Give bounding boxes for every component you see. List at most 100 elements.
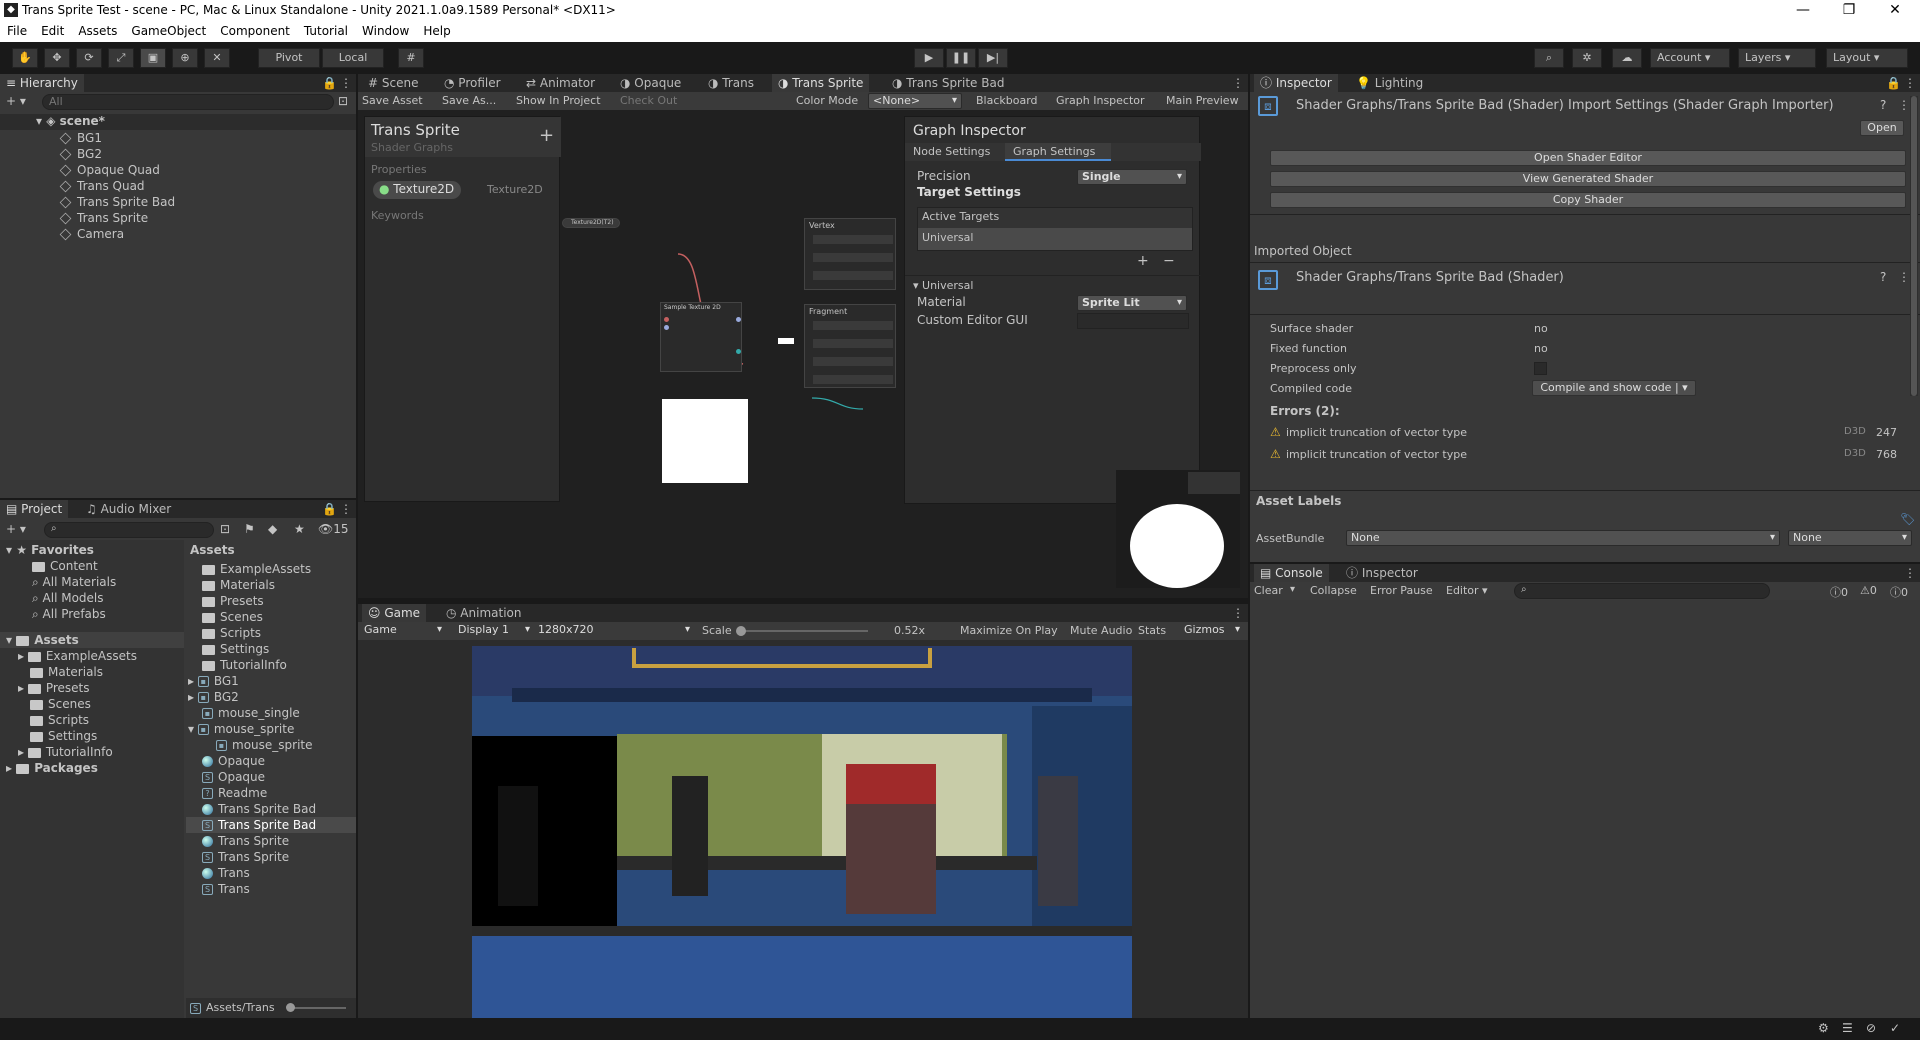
tree-folder[interactable]: ▸ ExampleAssets — [18, 648, 137, 664]
tab-hierarchy[interactable]: ≡ Hierarchy — [0, 74, 84, 92]
color-swatch[interactable] — [778, 338, 794, 344]
list-item[interactable]: Scripts — [202, 625, 261, 641]
scrollbar-thumb[interactable] — [1911, 96, 1917, 396]
tab-project[interactable]: ▤ Project — [0, 500, 69, 518]
rotate-tool-icon[interactable]: ⟳ — [76, 48, 102, 68]
menu-window[interactable]: Window — [355, 22, 416, 40]
add-target-button[interactable]: + — [1137, 253, 1149, 269]
account-dropdown[interactable]: Account ▾ — [1650, 48, 1730, 68]
tab-trans-sprite[interactable]: ◑ Trans Sprite — [772, 74, 870, 92]
tab-node-settings[interactable]: Node Settings — [913, 145, 990, 158]
list-item[interactable]: ▾ ▪ mouse_sprite — [188, 721, 294, 737]
vertex-normal-slot[interactable] — [813, 253, 893, 262]
list-item[interactable]: Opaque — [202, 753, 265, 769]
tree-folder[interactable]: ▸ TutorialInfo — [18, 744, 113, 760]
tree-folder[interactable]: Scripts — [30, 712, 89, 728]
packages-row[interactable]: ▸ Packages — [6, 760, 98, 776]
tab-scene[interactable]: # Scene — [362, 74, 424, 92]
play-button[interactable]: ▶ — [914, 48, 944, 68]
open-button[interactable]: Open — [1860, 120, 1904, 136]
gizmos-dropdown[interactable]: Gizmos — [1180, 623, 1244, 639]
favorite-icon[interactable]: ★ — [294, 522, 305, 536]
editor-dropdown[interactable]: Editor ▾ — [1446, 584, 1488, 597]
label-tag-icon[interactable]: 🏷 — [1900, 512, 1915, 526]
add-property-button[interactable]: + — [539, 125, 554, 146]
panel-menu-icon[interactable]: ⋮ — [1904, 566, 1916, 580]
lock-icon[interactable]: 🔒 — [1886, 76, 1901, 90]
create-button[interactable]: + ▾ — [6, 522, 26, 536]
assetbundle-variant-dropdown[interactable]: None — [1788, 530, 1912, 546]
error-row[interactable]: ⚠ implicit truncation of vector type D3D… — [1270, 446, 1906, 464]
tab-inspector[interactable]: ⓘ Inspector — [1254, 74, 1338, 92]
step-button[interactable]: ▶| — [978, 48, 1008, 68]
tab-opaque[interactable]: ◑ Opaque — [614, 74, 687, 92]
compile-and-show-code-button[interactable]: Compile and show code | ▾ — [1532, 380, 1696, 396]
auto-refresh-icon[interactable]: ✓ — [1890, 1021, 1900, 1035]
panel-menu-icon[interactable]: ⋮ — [1904, 76, 1916, 90]
menu-gameobject[interactable]: GameObject — [124, 22, 213, 40]
view-generated-shader-button[interactable]: View Generated Shader — [1270, 171, 1906, 187]
list-item[interactable]: ▸ ▪ BG1 — [188, 673, 239, 689]
hand-tool-icon[interactable]: ✋ — [12, 48, 38, 68]
list-item[interactable]: Materials — [202, 577, 275, 593]
list-item[interactable]: S Opaque — [202, 769, 265, 785]
base-color-slot[interactable] — [813, 321, 893, 330]
lock-icon[interactable]: 🔒 — [322, 76, 337, 90]
list-item[interactable]: TutorialInfo — [202, 657, 287, 673]
hierarchy-item[interactable]: Camera — [59, 226, 124, 242]
scale-slider-handle[interactable] — [736, 626, 746, 636]
preprocess-only-checkbox[interactable] — [1534, 362, 1547, 375]
blackboard-toggle[interactable]: Blackboard — [976, 94, 1038, 107]
inspector-scrollbar[interactable] — [1910, 96, 1918, 396]
settings-menu-icon[interactable]: ⋮ — [1898, 270, 1910, 284]
maximize-on-play-toggle[interactable]: Maximize On Play — [960, 624, 1058, 637]
error-pause-toggle[interactable]: Error Pause — [1370, 584, 1433, 597]
normal-slot[interactable] — [813, 357, 893, 366]
pivot-toggle[interactable]: Pivot — [258, 48, 320, 68]
lock-icon[interactable]: 🔒 — [322, 502, 337, 516]
favorite-item[interactable]: Content — [32, 558, 98, 574]
clear-options-dropdown[interactable]: ▾ — [1290, 584, 1295, 595]
pause-button[interactable]: ❚❚ — [946, 48, 976, 68]
tree-folder[interactable]: Materials — [30, 664, 103, 680]
precision-dropdown[interactable]: Single — [1077, 169, 1187, 185]
port-rgba[interactable] — [736, 317, 741, 322]
minimize-icon[interactable]: — — [1780, 0, 1826, 22]
tree-folder[interactable]: ▸ Presets — [18, 680, 90, 696]
menu-edit[interactable]: Edit — [34, 22, 71, 40]
port-texture[interactable] — [664, 317, 669, 322]
tag-icon[interactable]: ◆ — [268, 522, 277, 536]
panel-menu-icon[interactable]: ⋮ — [340, 502, 352, 516]
debug-icon[interactable]: ⊘ — [1866, 1021, 1876, 1035]
hierarchy-item[interactable]: Trans Sprite — [59, 210, 148, 226]
remove-target-button[interactable]: − — [1163, 253, 1175, 269]
menu-tutorial[interactable]: Tutorial — [297, 22, 355, 40]
list-item[interactable]: ExampleAssets — [202, 561, 311, 577]
cache-icon[interactable]: ☰ — [1842, 1021, 1853, 1035]
menu-assets[interactable]: Assets — [71, 22, 124, 40]
save-asset-button[interactable]: Save Asset — [362, 94, 423, 107]
scene-row[interactable]: ▾ ◈ scene* — [0, 114, 356, 130]
assetbundle-dropdown[interactable]: None — [1346, 530, 1780, 546]
clear-button[interactable]: Clear — [1254, 584, 1283, 597]
tab-animator[interactable]: ⇄ Animator — [520, 74, 601, 92]
menu-file[interactable]: File — [0, 22, 34, 40]
maximize-icon[interactable]: ❐ — [1826, 0, 1872, 22]
tree-folder[interactable]: Scenes — [30, 696, 91, 712]
tab-graph-settings[interactable]: Graph Settings — [1005, 143, 1111, 161]
list-item-selected[interactable]: S Trans Sprite Bad — [186, 817, 356, 833]
local-toggle[interactable]: Local — [322, 48, 384, 68]
tree-folder[interactable]: Settings — [30, 728, 97, 744]
list-item[interactable]: Trans — [202, 865, 250, 881]
show-in-project-button[interactable]: Show In Project — [516, 94, 601, 107]
menu-help[interactable]: Help — [416, 22, 457, 40]
copy-shader-button[interactable]: Copy Shader — [1270, 192, 1906, 208]
transform-tool-icon[interactable]: ⊕ — [172, 48, 198, 68]
game-view-dropdown[interactable]: Game — [360, 623, 446, 639]
custom-tool-icon[interactable]: ✕ — [204, 48, 230, 68]
search-by-type-icon[interactable]: ⊡ — [220, 522, 230, 536]
tab-game[interactable]: ☺ Game — [362, 604, 427, 622]
tab-animation[interactable]: ◷ Animation — [440, 604, 527, 622]
layers-dropdown[interactable]: Layers ▾ — [1738, 48, 1816, 68]
list-item[interactable]: ▸ ▪ BG2 — [188, 689, 239, 705]
